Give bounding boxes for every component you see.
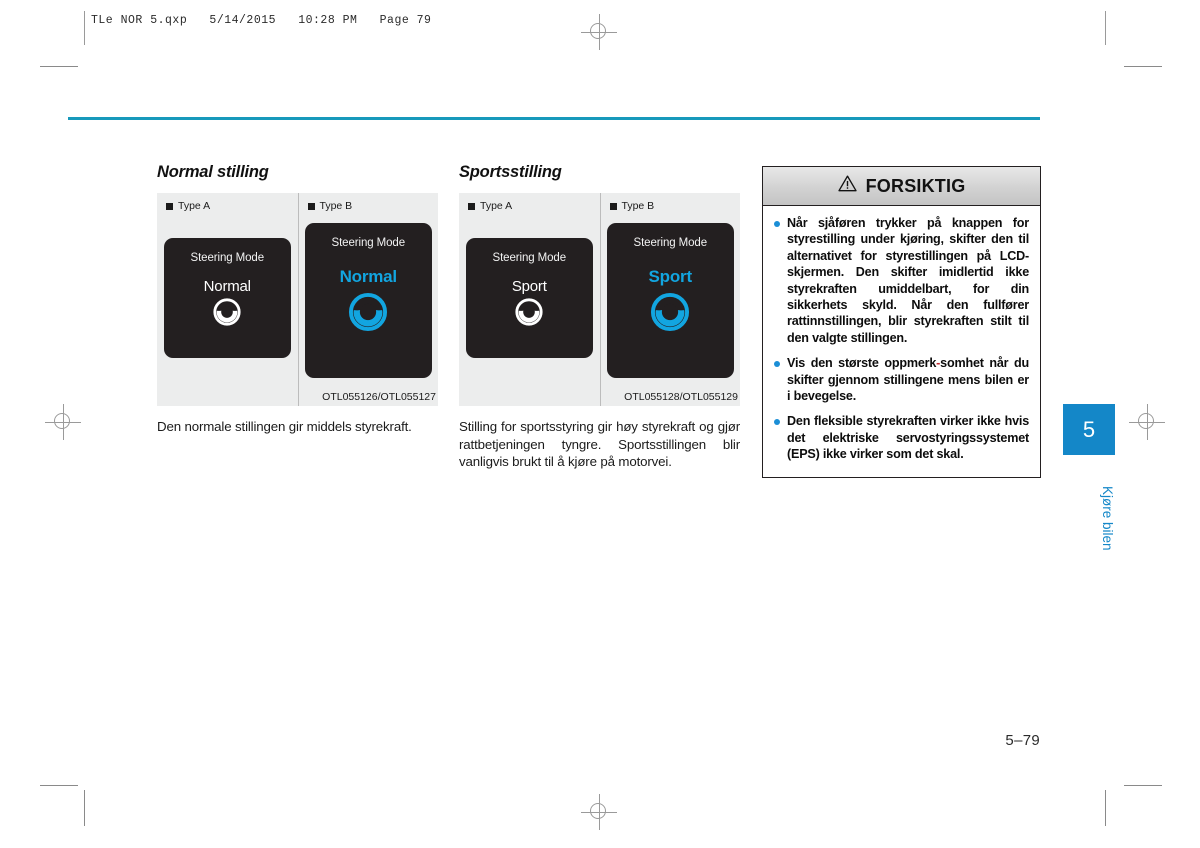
column-sportsstilling: Sportsstilling Type A Steering Mode Spor… — [459, 163, 740, 471]
paragraph-normal: Den normale stillingen gir middels styre… — [157, 419, 412, 434]
registration-mark-right — [1129, 404, 1165, 440]
figure-sport-modes: Type A Steering Mode Sport Type B Steeri… — [459, 193, 740, 406]
paragraph-sport: Stilling for sportsstyring gir høy styre… — [459, 419, 740, 469]
registration-mark-left — [45, 404, 81, 440]
caution-body: Når sjåføren trykker på knappen for styr… — [763, 206, 1040, 477]
figure-code-label: OTL055128/OTL055129 — [624, 391, 738, 403]
bullet-dot-icon — [774, 361, 780, 368]
square-bullet-icon — [307, 202, 315, 210]
lcd-title-b: Steering Mode — [331, 237, 406, 249]
crop-mark-top-left-h — [40, 66, 78, 67]
type-a-caption: Type A — [157, 193, 210, 212]
caution-item-text: Den fleksible styrekraften virker ikke h… — [787, 414, 1029, 462]
caution-list-item: Når sjåføren trykker på knappen for styr… — [773, 215, 1029, 346]
chapter-tab-label: Kjøre bilen — [1100, 485, 1115, 551]
lcd-mode-value-b: Normal — [339, 267, 398, 286]
crop-mark-bottom-right-h — [1124, 785, 1162, 786]
steering-wheel-icon — [212, 297, 242, 332]
lcd-display-type-a: Steering Mode Normal — [163, 238, 291, 358]
caution-header: FORSIKTIG — [763, 167, 1040, 206]
trim-line-left — [84, 11, 85, 45]
lcd-mode-value-a: Sport — [511, 278, 547, 295]
steering-wheel-icon — [347, 291, 389, 338]
figure-normal-modes: Type A Steering Mode Normal Type B Steer… — [157, 193, 438, 406]
caution-title: FORSIKTIG — [865, 175, 966, 196]
bullet-dot-icon — [774, 419, 780, 426]
caution-list-item: Vis den største oppmerk-somhet når du sk… — [773, 355, 1029, 404]
registration-mark-top — [581, 14, 617, 50]
lcd-display-type-b: Steering Mode Sport — [606, 223, 734, 378]
trim-line-right — [1105, 11, 1106, 45]
type-a-label-text: Type A — [480, 200, 513, 212]
type-b-caption: Type B — [299, 193, 353, 212]
type-a-label-text: Type A — [178, 200, 211, 212]
section-title-sport: Sportsstilling — [459, 163, 562, 181]
square-bullet-icon — [166, 202, 173, 210]
type-b-label-text: Type B — [621, 200, 655, 212]
column-normal-stilling: Normal stilling Type A Steering Mode Nor… — [157, 163, 438, 436]
crop-mark-top-right-h — [1124, 66, 1162, 67]
chapter-tab-number-box: 5 — [1063, 404, 1115, 455]
square-bullet-icon — [609, 202, 617, 210]
chapter-number: 5 — [1082, 416, 1096, 442]
steering-wheel-icon — [649, 291, 691, 338]
crop-mark-bottom-left-v — [84, 790, 85, 826]
lcd-display-type-b: Steering Mode Normal — [304, 223, 432, 378]
lcd-display-type-a: Steering Mode Sport — [465, 238, 593, 358]
registration-mark-bottom — [581, 794, 617, 830]
page-number: 5–79 — [1005, 732, 1040, 749]
figure-code-label: OTL055126/OTL055127 — [322, 391, 436, 403]
steering-wheel-icon — [514, 297, 544, 332]
figure-cell-type-a: Type A Steering Mode Sport — [459, 193, 600, 406]
figure-cell-type-a: Type A Steering Mode Normal — [157, 193, 298, 406]
figure-cell-type-b: Type B Steering Mode Sport OTL055128/OTL… — [599, 193, 741, 406]
print-job-header: TLe NOR 5.qxp 5/14/2015 10:28 PM Page 79 — [91, 14, 432, 27]
crop-mark-bottom-left-h — [40, 785, 78, 786]
lcd-title-b: Steering Mode — [633, 237, 708, 249]
figure-cell-type-b: Type B Steering Mode Normal OTL055126/OT… — [297, 193, 439, 406]
lcd-title-a: Steering Mode — [492, 252, 567, 264]
type-b-label-text: Type B — [319, 200, 353, 212]
square-bullet-icon — [468, 202, 475, 210]
caution-item-text: Når sjåføren trykker på knappen for styr… — [787, 216, 1029, 345]
type-b-caption: Type B — [601, 193, 655, 212]
caution-list-item: Den fleksible styrekraften virker ikke h… — [773, 413, 1029, 462]
caution-item-text: Vis den største oppmerk-somhet når du sk… — [787, 356, 1029, 404]
lcd-mode-value-a: Normal — [203, 278, 251, 295]
caution-box: FORSIKTIG Når sjåføren trykker på knappe… — [762, 166, 1041, 478]
lcd-title-a: Steering Mode — [190, 252, 265, 264]
lcd-mode-value-b: Sport — [648, 267, 693, 286]
warning-triangle-icon — [837, 175, 857, 197]
section-title-normal: Normal stilling — [157, 163, 269, 181]
crop-mark-bottom-right-v — [1105, 790, 1106, 826]
type-a-caption: Type A — [459, 193, 512, 212]
bullet-dot-icon — [774, 221, 780, 227]
header-accent-rule — [68, 117, 1040, 120]
